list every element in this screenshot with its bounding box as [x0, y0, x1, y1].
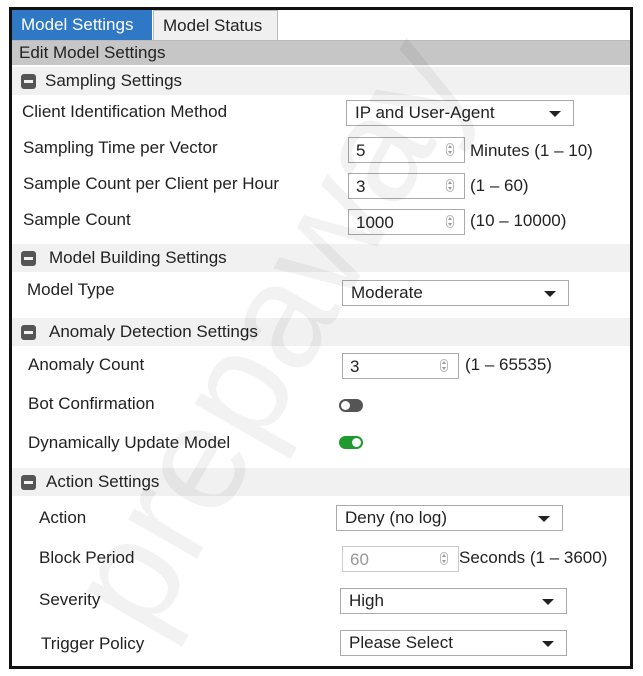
spinner-icon[interactable] — [440, 359, 448, 372]
sample-count-per-client-hint: (1 – 60) — [470, 176, 529, 195]
bot-confirmation-toggle[interactable] — [339, 399, 363, 412]
sample-count-per-client-label: Sample Count per Client per Hour — [23, 174, 280, 193]
section-model-building-settings[interactable]: Model Building Settings — [12, 244, 630, 272]
collapse-icon[interactable] — [21, 475, 36, 490]
section-title: Sampling Settings — [45, 71, 183, 90]
sample-count-hint: (10 – 10000) — [470, 211, 567, 230]
chevron-down-icon — [542, 599, 554, 605]
severity-label: Severity — [39, 590, 101, 609]
section-anomaly-detection-settings[interactable]: Anomaly Detection Settings — [12, 318, 630, 346]
block-period-hint: Seconds (1 – 3600) — [459, 548, 608, 567]
sampling-time-label: Sampling Time per Vector — [23, 138, 218, 157]
block-period-label: Block Period — [39, 548, 135, 567]
spinner-icon[interactable] — [440, 552, 448, 565]
trigger-policy-value: Please Select — [349, 633, 453, 652]
sample-count-per-client-input[interactable]: 3 — [348, 173, 465, 199]
anomaly-count-label: Anomaly Count — [28, 355, 145, 374]
client-id-method-value: IP and User-Agent — [355, 103, 495, 122]
sample-count-input[interactable]: 1000 — [348, 209, 465, 235]
dynamic-update-label: Dynamically Update Model — [28, 433, 231, 452]
section-action-settings[interactable]: Action Settings — [12, 468, 630, 496]
collapse-icon[interactable] — [21, 74, 36, 89]
severity-value: High — [349, 591, 384, 610]
collapse-icon[interactable] — [21, 251, 36, 266]
block-period-value: 60 — [350, 550, 369, 569]
toggle-knob — [341, 401, 350, 410]
toggle-knob — [352, 438, 361, 447]
tab-model-settings[interactable]: Model Settings — [12, 10, 152, 40]
sample-count-label: Sample Count — [23, 210, 131, 229]
spinner-icon[interactable] — [446, 215, 454, 228]
model-settings-panel: Model Settings Model Status Edit Model S… — [9, 7, 633, 669]
bot-confirmation-label: Bot Confirmation — [28, 394, 155, 413]
tab-model-status[interactable]: Model Status — [153, 10, 278, 40]
dynamic-update-toggle[interactable] — [339, 436, 363, 449]
client-id-method-label: Client Identification Method — [22, 102, 228, 121]
trigger-policy-label: Trigger Policy — [41, 634, 145, 653]
trigger-policy-select[interactable]: Please Select — [340, 630, 567, 656]
anomaly-count-input[interactable]: 3 — [342, 353, 459, 379]
sample-count-value: 1000 — [356, 213, 394, 232]
spinner-icon[interactable] — [446, 143, 454, 156]
action-select[interactable]: Deny (no log) — [336, 505, 563, 531]
action-value: Deny (no log) — [345, 508, 448, 527]
section-title: Anomaly Detection Settings — [49, 322, 258, 341]
sampling-time-value: 5 — [356, 141, 366, 160]
model-type-value: Moderate — [351, 283, 423, 302]
sampling-time-hint: Minutes (1 – 10) — [470, 141, 593, 160]
block-period-input[interactable]: 60 — [342, 546, 459, 572]
section-title: Action Settings — [46, 472, 160, 491]
page-title: Edit Model Settings — [12, 41, 630, 65]
action-label: Action — [39, 508, 87, 527]
anomaly-count-hint: (1 – 65535) — [465, 355, 552, 374]
sampling-time-input[interactable]: 5 — [348, 137, 465, 163]
anomaly-count-value: 3 — [350, 357, 360, 376]
client-id-method-select[interactable]: IP and User-Agent — [346, 100, 574, 126]
model-type-select[interactable]: Moderate — [342, 280, 569, 306]
chevron-down-icon — [549, 111, 561, 117]
collapse-icon[interactable] — [21, 325, 36, 340]
spinner-icon[interactable] — [446, 179, 454, 192]
chevron-down-icon — [538, 516, 550, 522]
severity-select[interactable]: High — [340, 588, 567, 614]
section-sampling-settings[interactable]: Sampling Settings — [12, 67, 630, 95]
sample-count-per-client-value: 3 — [356, 177, 366, 196]
section-title: Model Building Settings — [49, 248, 227, 267]
chevron-down-icon — [542, 641, 554, 647]
chevron-down-icon — [544, 291, 556, 297]
tab-bar: Model Settings Model Status — [12, 10, 630, 41]
model-type-label: Model Type — [27, 280, 115, 299]
